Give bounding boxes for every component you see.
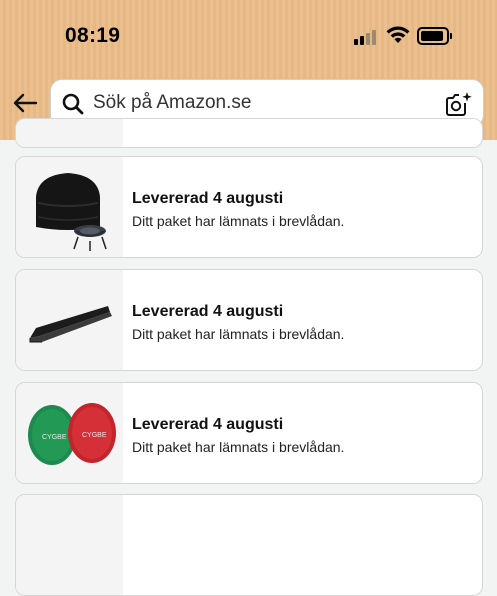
battery-icon (417, 27, 452, 45)
red-green-light-covers-image: CYGBE CYGBE (16, 383, 123, 483)
search-icon[interactable] (61, 92, 85, 116)
cellular-signal-icon (354, 29, 380, 45)
order-status-title: Levererad 4 augusti (132, 303, 284, 320)
order-image-partial (16, 495, 123, 595)
order-card[interactable]: Levererad 4 augusti Ditt paket har lämna… (15, 156, 483, 258)
svg-text:CYGBE: CYGBE (42, 434, 67, 441)
camera-sparkle-icon[interactable] (445, 91, 473, 117)
order-status-subtitle: Ditt paket har lämnats i brevlådan. (132, 213, 345, 229)
order-card[interactable]: Levererad 4 augusti Ditt paket har lämna… (15, 269, 483, 371)
search-input[interactable] (93, 90, 433, 116)
order-status-title: Levererad 4 augusti (132, 190, 284, 207)
order-status-subtitle: Ditt paket har lämnats i brevlådan. (132, 326, 345, 342)
wifi-icon (386, 26, 410, 43)
fire-pit-cover-image (16, 157, 123, 257)
order-card-partial-bottom[interactable] (15, 494, 483, 596)
order-image-partial (16, 119, 123, 147)
svg-text:CYGBE: CYGBE (82, 432, 107, 439)
status-bar: 08:19 (0, 0, 497, 74)
black-rail-bracket-image (16, 270, 123, 370)
order-card-partial-top (15, 118, 483, 148)
back-arrow-icon[interactable] (12, 92, 38, 114)
status-time: 08:19 (65, 24, 121, 47)
order-status-subtitle: Ditt paket har lämnats i brevlådan. (132, 439, 345, 455)
order-card[interactable]: CYGBE CYGBE Levererad 4 augusti Ditt pak… (15, 382, 483, 484)
order-status-title: Levererad 4 augusti (132, 416, 284, 433)
